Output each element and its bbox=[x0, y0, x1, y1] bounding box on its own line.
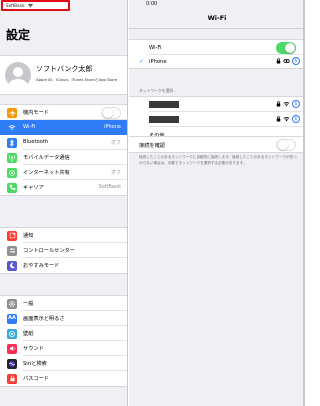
network-row[interactable]: i bbox=[129, 112, 305, 127]
wifi-icon bbox=[7, 122, 17, 133]
connectivity-group: 機内モード Wi-Fi iPhone Bluetooth オフ モバイルデータ通… bbox=[0, 104, 127, 196]
sidebar-item-do-not-disturb[interactable]: おやすみモード bbox=[0, 258, 127, 273]
ask-to-join-label: 接続を確認 bbox=[139, 142, 165, 149]
wallpaper-icon bbox=[7, 328, 17, 339]
lock-icon bbox=[276, 58, 281, 64]
sidebar-item-sounds[interactable]: サウンド bbox=[0, 341, 127, 356]
apple-id-profile[interactable]: ソフトバンク太郎 Apple ID、iCloud、iTunes StoreとAp… bbox=[0, 55, 127, 95]
wifi-detail-pane: Wi-Fi Wi-Fi ✓ iPhone i ネットワークを選択... i i … bbox=[129, 0, 305, 406]
passcode-icon bbox=[7, 373, 17, 384]
sidebar-item-label: パスコード bbox=[23, 376, 49, 382]
info-icon[interactable]: i bbox=[292, 115, 300, 123]
sidebar-item-passcode[interactable]: パスコード bbox=[0, 371, 127, 386]
link-icon bbox=[283, 59, 290, 63]
carrier-name: SoftBank bbox=[6, 3, 25, 8]
redacted-network-name bbox=[149, 101, 179, 108]
sidebar-item-label: モバイルデータ通信 bbox=[23, 155, 70, 161]
wifi-page-title: Wi-Fi bbox=[207, 14, 227, 22]
sidebar-item-notifications[interactable]: 通知 bbox=[0, 228, 127, 243]
profile-name: ソフトバンク太郎 bbox=[36, 65, 93, 73]
lock-icon bbox=[276, 101, 281, 107]
moon-icon bbox=[7, 260, 17, 271]
antenna-icon bbox=[7, 152, 17, 163]
sidebar-item-label: Siriと検索 bbox=[23, 361, 47, 367]
ask-to-join-toggle[interactable] bbox=[276, 138, 296, 151]
status-bar-time: 0:00 bbox=[146, 1, 158, 7]
general-group: 一般 AA 画面表示と明るさ 壁紙 サウンド Siriと検索 パスコード bbox=[0, 295, 127, 387]
sidebar-item-label: インターネット共有 bbox=[23, 170, 70, 176]
sidebar-item-label: キャリア bbox=[23, 185, 44, 191]
sidebar-item-personal-hotspot[interactable]: インターネット共有 オフ bbox=[0, 165, 127, 180]
choose-network-header: ネットワークを選択... bbox=[139, 88, 177, 93]
sidebar-item-general[interactable]: 一般 bbox=[0, 296, 127, 311]
sidebar-item-label: 通知 bbox=[23, 233, 34, 239]
sidebar-item-label: 機内モード bbox=[23, 110, 49, 116]
sidebar-item-label: 画面表示と明るさ bbox=[23, 316, 65, 322]
avatar bbox=[5, 62, 31, 88]
info-icon[interactable]: i bbox=[292, 100, 300, 108]
wifi-signal-icon bbox=[283, 102, 290, 107]
sidebar-item-control-center[interactable]: コントロールセンター bbox=[0, 243, 127, 258]
wifi-toggle[interactable] bbox=[276, 41, 296, 54]
sidebar-item-value: SoftBank bbox=[98, 184, 121, 191]
wifi-status-icon bbox=[27, 3, 33, 8]
phone-icon bbox=[7, 182, 17, 193]
control-center-icon bbox=[7, 245, 17, 256]
airplane-icon bbox=[7, 107, 17, 118]
sound-icon bbox=[7, 343, 17, 354]
sidebar-item-mobile-data[interactable]: モバイルデータ通信 bbox=[0, 150, 127, 165]
notifications-group: 通知 コントロールセンター おやすみモード bbox=[0, 227, 127, 274]
sidebar-item-label: おやすみモード bbox=[23, 263, 60, 269]
gear-icon bbox=[7, 298, 17, 309]
sidebar-item-label: コントロールセンター bbox=[23, 248, 75, 254]
window-edge bbox=[303, 0, 305, 406]
network-row[interactable]: i bbox=[129, 97, 305, 112]
display-icon: AA bbox=[7, 313, 17, 324]
connected-network-name: iPhone bbox=[149, 58, 167, 65]
sidebar-item-label: 壁紙 bbox=[23, 331, 34, 337]
sidebar-item-label: Bluetooth bbox=[23, 139, 49, 145]
sidebar-item-siri-search[interactable]: Siriと検索 bbox=[0, 356, 127, 371]
wifi-main-group: Wi-Fi ✓ iPhone i bbox=[129, 39, 305, 69]
ask-to-join-footnote: 接続したことのあるネットワークに自動的に接続します。接続したことのあるネットワー… bbox=[139, 155, 297, 165]
sidebar-item-label: サウンド bbox=[23, 346, 44, 352]
sidebar-item-airplane-mode[interactable]: 機内モード bbox=[0, 105, 127, 120]
profile-subtitle: Apple ID、iCloud、iTunes StoreとApp Store bbox=[36, 77, 118, 82]
sidebar-item-wifi[interactable]: Wi-Fi iPhone bbox=[0, 120, 127, 135]
redacted-network-name bbox=[149, 116, 179, 123]
sidebar-item-value: オフ bbox=[110, 170, 121, 177]
sidebar-item-label: 一般 bbox=[23, 301, 34, 307]
sidebar-item-value: オフ bbox=[110, 140, 121, 147]
settings-sidebar: 設定 ソフトバンク太郎 Apple ID、iCloud、iTunes Store… bbox=[0, 0, 128, 406]
sidebar-item-display-brightness[interactable]: AA 画面表示と明るさ bbox=[0, 311, 127, 326]
info-icon[interactable]: i bbox=[292, 57, 300, 65]
lock-icon bbox=[276, 116, 281, 122]
ask-to-join-row: 接続を確認 bbox=[129, 137, 305, 152]
sidebar-item-bluetooth[interactable]: Bluetooth オフ bbox=[0, 135, 127, 150]
settings-title: 設定 bbox=[6, 28, 31, 42]
status-bar-carrier-highlight: SoftBank bbox=[1, 0, 70, 11]
sidebar-item-label: Wi-Fi bbox=[23, 124, 36, 130]
connected-network-row[interactable]: ✓ iPhone i bbox=[129, 55, 305, 68]
wifi-label: Wi-Fi bbox=[149, 44, 162, 51]
sidebar-item-wallpaper[interactable]: 壁紙 bbox=[0, 326, 127, 341]
sidebar-item-carrier[interactable]: キャリア SoftBank bbox=[0, 180, 127, 195]
wifi-signal-icon bbox=[283, 117, 290, 122]
notifications-icon bbox=[7, 230, 17, 241]
ask-to-join-group: 接続を確認 bbox=[129, 136, 305, 153]
bluetooth-icon bbox=[7, 137, 17, 148]
sidebar-item-value: iPhone bbox=[104, 124, 121, 131]
airplane-mode-toggle[interactable] bbox=[101, 106, 121, 119]
wifi-toggle-row: Wi-Fi bbox=[129, 40, 305, 55]
siri-icon bbox=[7, 358, 17, 369]
hotspot-icon bbox=[7, 167, 17, 178]
checkmark-icon: ✓ bbox=[139, 57, 145, 65]
